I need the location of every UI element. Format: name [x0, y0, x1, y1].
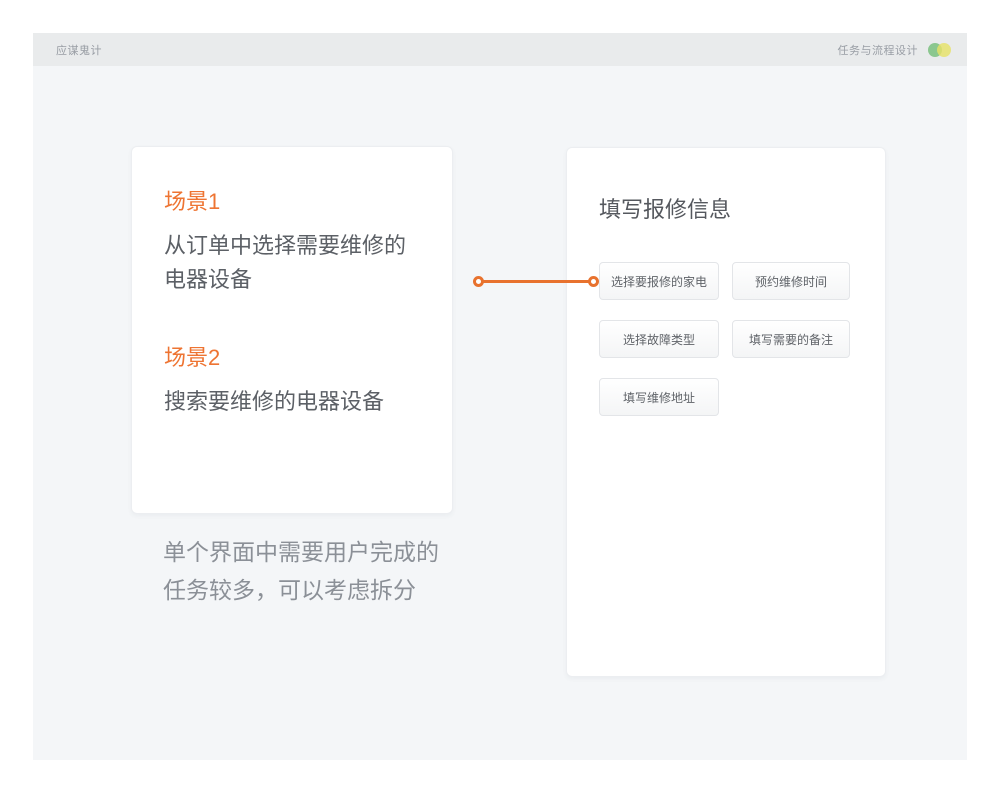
scene-2-description: 搜索要维修的电器设备 — [164, 385, 420, 419]
scene-block-2: 场景2 搜索要维修的电器设备 — [164, 343, 420, 419]
form-title: 填写报修信息 — [599, 196, 853, 224]
connector-left-endpoint-icon — [473, 276, 484, 287]
field-button-remarks[interactable]: 填写需要的备注 — [732, 320, 850, 358]
connector-line — [473, 275, 599, 288]
section-label: 任务与流程设计 — [838, 42, 919, 58]
scene-1-description: 从订单中选择需要维修的电器设备 — [164, 229, 420, 297]
field-button-appointment-time[interactable]: 预约维修时间 — [732, 262, 850, 300]
header-bar: 应谋鬼计 任务与流程设计 — [33, 33, 967, 66]
main-panel: 应谋鬼计 任务与流程设计 场景1 从订单中选择需要维修的电器设备 场景2 搜索要… — [33, 33, 967, 760]
connector-right-endpoint-icon — [588, 276, 599, 287]
logo-yellow-circle — [937, 43, 951, 57]
field-button-select-appliance[interactable]: 选择要报修的家电 — [599, 262, 719, 300]
field-grid: 选择要报修的家电 预约维修时间 选择故障类型 填写需要的备注 填写维修地址 — [599, 262, 853, 416]
note-text: 单个界面中需要用户完成的任务较多，可以考虑拆分 — [163, 533, 455, 609]
header-right-group: 任务与流程设计 — [838, 42, 952, 58]
scene-1-label: 场景1 — [164, 187, 420, 217]
app-title: 应谋鬼计 — [56, 42, 102, 58]
field-button-fault-type[interactable]: 选择故障类型 — [599, 320, 719, 358]
field-button-repair-address[interactable]: 填写维修地址 — [599, 378, 719, 416]
scene-2-label: 场景2 — [164, 343, 420, 373]
connector-line-segment — [479, 280, 593, 283]
scenario-card: 场景1 从订单中选择需要维修的电器设备 场景2 搜索要维修的电器设备 — [131, 146, 453, 514]
overlapping-circles-logo-icon — [928, 43, 951, 57]
scene-block-1: 场景1 从订单中选择需要维修的电器设备 — [164, 187, 420, 297]
repair-form-card: 填写报修信息 选择要报修的家电 预约维修时间 选择故障类型 填写需要的备注 填写… — [566, 147, 886, 677]
